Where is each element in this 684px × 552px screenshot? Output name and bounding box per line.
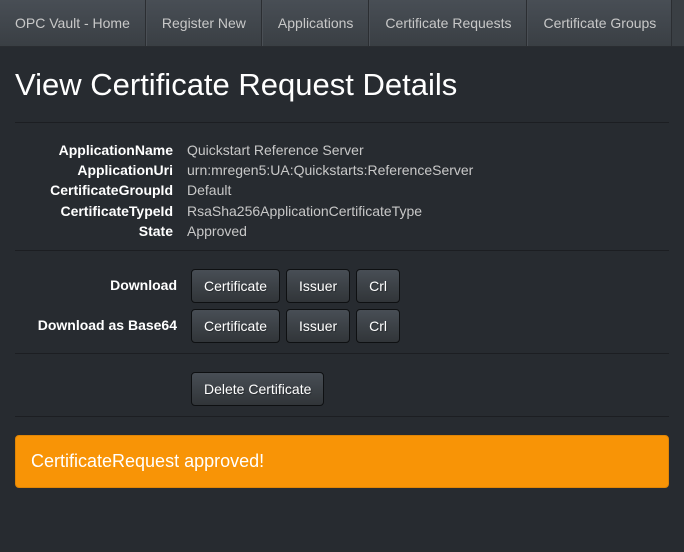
value-application-uri: urn:mregen5:UA:Quickstarts:ReferenceServ…: [187, 161, 669, 179]
download-issuer-button[interactable]: Issuer: [286, 269, 350, 303]
download-base64-certificate-button[interactable]: Certificate: [191, 309, 280, 343]
value-application-name: Quickstart Reference Server: [187, 141, 669, 159]
download-buttons: Certificate Issuer Crl: [191, 269, 400, 303]
delete-buttons: Delete Certificate: [191, 372, 324, 406]
nav-register-new[interactable]: Register New: [146, 0, 262, 46]
label-certificate-group-id: CertificateGroupId: [15, 181, 187, 199]
divider: [15, 122, 669, 123]
row-download: Download Certificate Issuer Crl: [15, 269, 669, 303]
divider: [15, 250, 669, 251]
page-title: View Certificate Request Details: [15, 67, 669, 112]
label-state: State: [15, 222, 187, 240]
navbar: OPC Vault - Home Register New Applicatio…: [0, 0, 684, 47]
row-application-uri: ApplicationUri urn:mregen5:UA:Quickstart…: [15, 161, 669, 179]
divider: [15, 353, 669, 354]
row-download-base64: Download as Base64 Certificate Issuer Cr…: [15, 309, 669, 343]
download-certificate-button[interactable]: Certificate: [191, 269, 280, 303]
download-base64-buttons: Certificate Issuer Crl: [191, 309, 400, 343]
download-base64-crl-button[interactable]: Crl: [356, 309, 400, 343]
nav-home[interactable]: OPC Vault - Home: [0, 0, 146, 46]
label-download-base64: Download as Base64: [15, 309, 191, 333]
divider: [15, 416, 669, 417]
label-application-name: ApplicationName: [15, 141, 187, 159]
value-certificate-type-id: RsaSha256ApplicationCertificateType: [187, 202, 669, 220]
row-delete: Delete Certificate: [15, 372, 669, 406]
success-alert: CertificateRequest approved!: [15, 435, 669, 488]
nav-applications[interactable]: Applications: [262, 0, 370, 46]
delete-certificate-button[interactable]: Delete Certificate: [191, 372, 324, 406]
label-certificate-type-id: CertificateTypeId: [15, 202, 187, 220]
download-crl-button[interactable]: Crl: [356, 269, 400, 303]
download-base64-issuer-button[interactable]: Issuer: [286, 309, 350, 343]
row-certificate-group-id: CertificateGroupId Default: [15, 181, 669, 199]
value-state: Approved: [187, 222, 669, 240]
label-application-uri: ApplicationUri: [15, 161, 187, 179]
row-state: State Approved: [15, 222, 669, 240]
row-application-name: ApplicationName Quickstart Reference Ser…: [15, 141, 669, 159]
main-container: View Certificate Request Details Applica…: [0, 67, 684, 488]
value-certificate-group-id: Default: [187, 181, 669, 199]
row-certificate-type-id: CertificateTypeId RsaSha256ApplicationCe…: [15, 202, 669, 220]
nav-certificate-groups[interactable]: Certificate Groups: [527, 0, 672, 46]
label-download: Download: [15, 269, 191, 293]
nav-certificate-requests[interactable]: Certificate Requests: [369, 0, 527, 46]
label-delete-spacer: [15, 372, 191, 380]
